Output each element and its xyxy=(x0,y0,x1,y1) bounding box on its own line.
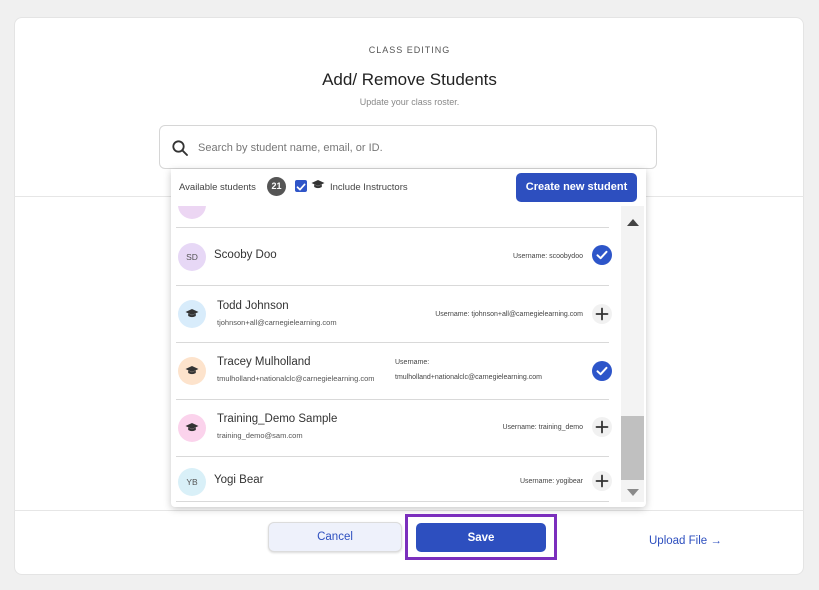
eyebrow-label: CLASS EDITING xyxy=(368,45,451,55)
student-username: Username: training_demo xyxy=(502,424,583,431)
avatar: SD xyxy=(178,243,206,271)
list-item[interactable]: Todd Johnson tjohnson+all@carnegielearni… xyxy=(171,286,621,342)
available-count-badge: 21 xyxy=(267,177,286,196)
graduation-cap-icon xyxy=(185,309,199,318)
avatar xyxy=(178,357,206,385)
include-instructors-checkbox[interactable] xyxy=(295,180,307,192)
avatar: YB xyxy=(178,468,206,496)
student-username: Username: tjohnson+all@carnegielearning.… xyxy=(435,311,583,318)
student-username: Username: yogibear xyxy=(519,478,583,485)
list-item[interactable]: YB Yogi Bear Username: yogibear xyxy=(171,457,621,507)
graduation-cap-icon xyxy=(185,366,199,375)
upload-file-link[interactable]: Upload File → xyxy=(649,535,722,547)
student-picker-panel: Available students 21 Include Instructor… xyxy=(171,169,646,507)
graduation-cap-icon xyxy=(185,423,199,432)
student-name: Tracey Mulholland xyxy=(217,356,311,368)
scrollbar-thumb[interactable] xyxy=(621,416,644,480)
add-student-button[interactable] xyxy=(592,471,612,491)
search-box[interactable] xyxy=(159,125,657,169)
student-name: Yogi Bear xyxy=(214,474,264,486)
student-email: tmulholland+nationalclc@carnegielearning… xyxy=(217,374,375,383)
selected-check-button[interactable] xyxy=(592,245,612,265)
plus-icon xyxy=(595,307,609,321)
cancel-button[interactable]: Cancel xyxy=(268,522,402,552)
divider-bottom xyxy=(14,510,804,511)
selected-check-button[interactable] xyxy=(592,361,612,381)
search-input[interactable] xyxy=(198,138,638,158)
save-button[interactable]: Save xyxy=(416,523,546,552)
checkmark-icon xyxy=(296,183,306,191)
student-username: Username: scoobydoo xyxy=(512,253,583,260)
create-new-student-button[interactable]: Create new student xyxy=(516,173,637,202)
student-username: tmulholland+nationalclc@carnegielearning… xyxy=(395,374,542,381)
plus-icon xyxy=(595,420,609,434)
checkmark-icon xyxy=(596,250,608,260)
include-instructors-label: Include Instructors xyxy=(330,182,408,193)
list-scrollbar[interactable] xyxy=(621,206,644,502)
student-name: Scooby Doo xyxy=(214,249,277,261)
page-subtitle: Update your class roster. xyxy=(359,97,460,107)
add-student-button[interactable] xyxy=(592,304,612,324)
graduation-cap-icon xyxy=(311,180,325,189)
list-item[interactable]: Tracey Mulholland tmulholland+nationalcl… xyxy=(171,343,621,399)
add-student-button[interactable] xyxy=(592,417,612,437)
student-email: tjohnson+all@carnegielearning.com xyxy=(217,318,337,327)
search-icon xyxy=(172,140,188,156)
student-name: Todd Johnson xyxy=(217,300,289,312)
list-item[interactable]: Training_Demo Sample training_demo@sam.c… xyxy=(171,400,621,456)
avatar xyxy=(178,206,206,219)
scroll-down-arrow-icon[interactable] xyxy=(627,489,639,496)
available-students-label: Available students xyxy=(179,182,256,193)
avatar xyxy=(178,300,206,328)
student-email: training_demo@sam.com xyxy=(217,431,303,440)
student-list: SD Scooby Doo Username: scoobydoo Todd J… xyxy=(171,206,621,507)
list-item[interactable]: SD Scooby Doo Username: scoobydoo xyxy=(171,228,621,285)
page-title: Add/ Remove Students xyxy=(322,70,497,89)
row-divider xyxy=(176,501,609,502)
plus-icon xyxy=(595,474,609,488)
scroll-up-arrow-icon[interactable] xyxy=(627,219,639,226)
avatar xyxy=(178,414,206,442)
checkmark-icon xyxy=(596,366,608,376)
student-name: Training_Demo Sample xyxy=(217,413,338,425)
student-username-label: Username: xyxy=(395,359,430,366)
